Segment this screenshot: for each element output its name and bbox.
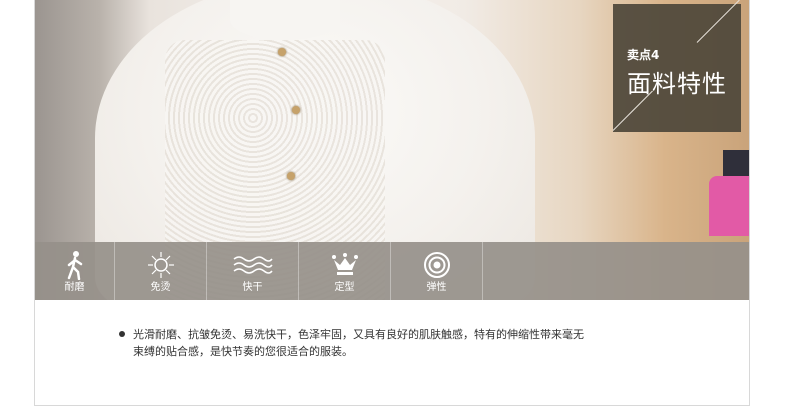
- blouse-button: [292, 106, 300, 114]
- crown-icon: [331, 248, 359, 282]
- product-photo: 卖点4 面料特性 耐磨 免烫 快干 定型 弹性: [35, 0, 749, 300]
- product-feature-panel: 卖点4 面料特性 耐磨 免烫 快干 定型 弹性 光滑耐磨、抗皱免烫、易洗快干，色…: [34, 0, 750, 406]
- feature-label: 快干: [242, 282, 263, 293]
- water-waves-icon: [233, 248, 273, 282]
- selling-point-badge: 卖点4 面料特性: [612, 0, 741, 132]
- blouse-button: [278, 48, 286, 56]
- feature-wrinkle-free: 免烫: [115, 242, 207, 300]
- feature-quick-dry: 快干: [207, 242, 299, 300]
- feature-shape-retaining: 定型: [299, 242, 391, 300]
- description-line: 束缚的贴合感，是快节奏的您很适合的服装。: [133, 345, 353, 358]
- feature-description: 光滑耐磨、抗皱免烫、易洗快干，色泽牢固，又具有良好的肌肤触感，特有的伸缩性带来毫…: [119, 326, 679, 360]
- feature-durable: 耐磨: [35, 242, 115, 300]
- badge-subtitle: 卖点4: [627, 48, 660, 62]
- feature-label: 免烫: [150, 282, 171, 293]
- walking-person-icon: [65, 248, 85, 282]
- badge-title: 面料特性: [627, 70, 727, 98]
- feature-icon-bar: 耐磨 免烫 快干 定型 弹性: [35, 242, 749, 300]
- target-rings-icon: [423, 248, 451, 282]
- background-object: [709, 176, 749, 236]
- description-line: 光滑耐磨、抗皱免烫、易洗快干，色泽牢固，又具有良好的肌肤触感，特有的伸缩性带来毫…: [133, 328, 584, 341]
- feature-label: 耐磨: [64, 282, 85, 293]
- blouse-button: [287, 172, 295, 180]
- collar-shape: [230, 0, 340, 40]
- decorative-line: [696, 0, 740, 43]
- icon-bar-filler: [483, 242, 749, 300]
- sun-burst-icon: [147, 248, 175, 282]
- feature-elastic: 弹性: [391, 242, 483, 300]
- feature-label: 定型: [334, 282, 355, 293]
- feature-label: 弹性: [426, 282, 447, 293]
- bullet-icon: [119, 331, 125, 337]
